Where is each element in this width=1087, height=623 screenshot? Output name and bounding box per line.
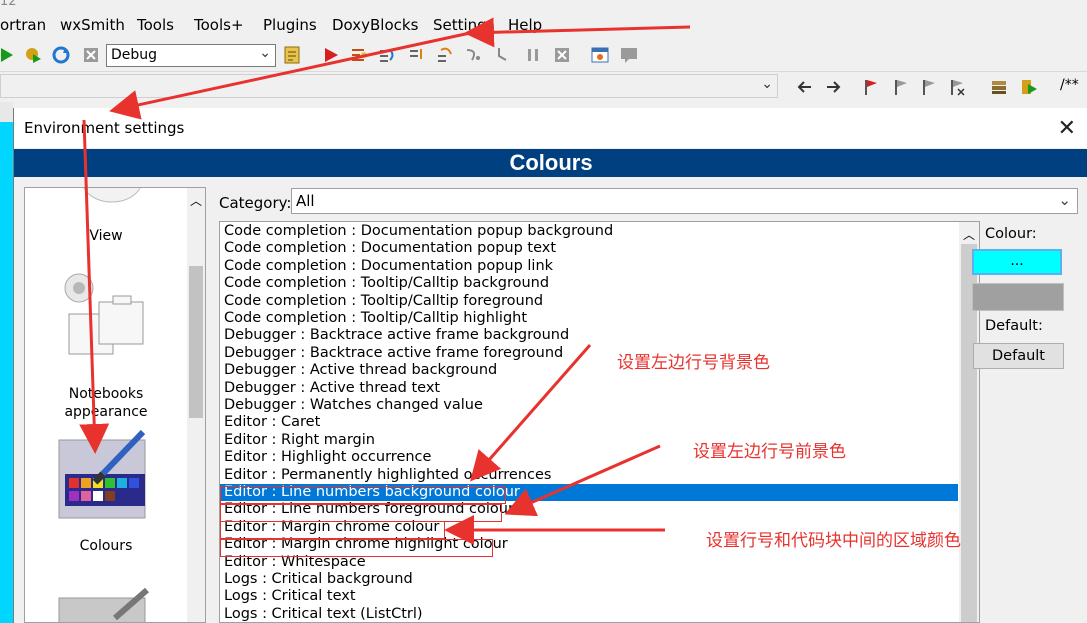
debug-info-icon[interactable]	[620, 46, 638, 64]
list-item[interactable]: Logs : Critical text	[220, 588, 958, 605]
menu-wxsmith[interactable]: wxSmith	[60, 16, 125, 34]
colour-preview-swatch	[972, 283, 1064, 311]
colour-label: Colour:	[985, 226, 1037, 242]
left-item-label: Colours	[79, 538, 133, 554]
debug-windows-icon[interactable]	[591, 46, 609, 64]
category-label: Category:	[219, 194, 292, 212]
chevron-down-icon: ⌄	[761, 76, 773, 92]
list-item[interactable]: Debugger : Watches changed value	[220, 397, 958, 414]
build-target-combo[interactable]: Debug ⌄	[106, 44, 276, 67]
dialog-titlebar: Environment settings ✕	[14, 108, 1087, 148]
doxy-comment-label[interactable]: /**	[1060, 77, 1079, 93]
list-item[interactable]: Debugger : Active thread background	[220, 362, 958, 379]
list-item[interactable]: Editor : Line numbers foreground colour	[220, 501, 958, 518]
annotation-margin-note: 设置行号和代码块中间的区域颜色	[706, 531, 961, 551]
next-instruction-icon[interactable]	[464, 46, 482, 64]
scroll-up-icon[interactable]: ︿	[190, 192, 202, 209]
list-item[interactable]: Editor : Highlight occurrence	[220, 449, 958, 466]
bookmark-clear-icon[interactable]	[948, 78, 966, 96]
run-icon[interactable]	[0, 46, 18, 64]
list-item[interactable]: Editor : Whitespace	[220, 554, 958, 571]
left-item-label: Notebooks appearance	[64, 386, 148, 420]
editor-tab-strip	[0, 102, 13, 122]
menu-plugins[interactable]: Plugins	[263, 16, 317, 34]
window-title-fragment: 12	[0, 0, 17, 9]
target-options-icon[interactable]	[283, 46, 301, 64]
chevron-down-icon: ⌄	[1058, 191, 1071, 209]
view-icon	[83, 188, 141, 203]
run-to-cursor-icon[interactable]	[350, 46, 368, 64]
abort-icon[interactable]	[82, 46, 100, 64]
list-item[interactable]: Logs : Critical text (ListCtrl)	[220, 606, 958, 622]
section-header: Colours	[14, 149, 1087, 177]
list-item[interactable]: Code completion : Tooltip/Calltip foregr…	[220, 293, 958, 310]
forward-icon[interactable]	[824, 78, 842, 96]
default-button[interactable]: Default	[973, 343, 1064, 369]
category-combo[interactable]: All ⌄	[291, 188, 1078, 214]
menu-tools[interactable]: Tools	[137, 16, 174, 34]
debug-start-icon[interactable]	[323, 46, 341, 64]
next-line-icon[interactable]	[378, 46, 396, 64]
bookmark-toggle-icon[interactable]	[862, 78, 880, 96]
stop-debug-icon[interactable]	[553, 46, 571, 64]
next-item-icon	[58, 588, 149, 622]
default-label: Default:	[985, 318, 1043, 334]
annotation-bg-note: 设置左边行号背景色	[617, 353, 770, 373]
section-title: Colours	[509, 150, 593, 175]
rebuild-icon[interactable]	[52, 46, 70, 64]
list-item[interactable]: Logs : Critical background	[220, 571, 958, 588]
list-item[interactable]: Debugger : Active thread text	[220, 380, 958, 397]
annotation-fg-note: 设置左边行号前景色	[693, 442, 846, 462]
list-item[interactable]: Editor : Caret	[220, 414, 958, 431]
bookmark-prev-icon[interactable]	[892, 78, 910, 96]
menu-help[interactable]: Help	[508, 16, 542, 34]
menu-doxyblocks[interactable]: DoxyBlocks	[332, 16, 418, 34]
editor-margin-strip	[0, 102, 13, 623]
list-item[interactable]: Code completion : Tooltip/Calltip highli…	[220, 310, 958, 327]
menu-tools-plus[interactable]: Tools+	[194, 16, 244, 34]
list-item[interactable]: Code completion : Documentation popup te…	[220, 240, 958, 257]
step-into-icon[interactable]	[408, 46, 426, 64]
category-value: All	[296, 192, 315, 210]
list-item[interactable]: Debugger : Backtrace active frame backgr…	[220, 327, 958, 344]
doxyblocks-icon[interactable]	[990, 78, 1008, 96]
left-list-scrollbar[interactable]: ︿	[187, 188, 205, 622]
bookmark-next-icon[interactable]	[920, 78, 938, 96]
list-item[interactable]: Editor : Permanently highlighted occurre…	[220, 467, 958, 484]
doxyblocks-run-icon[interactable]	[1020, 78, 1038, 96]
menu-fortran[interactable]: ortran	[0, 16, 46, 34]
list-item[interactable]: Editor : Line numbers background colour	[220, 484, 958, 502]
colour-picker-button[interactable]: ...	[972, 249, 1062, 275]
pause-icon[interactable]	[524, 46, 542, 64]
list-item[interactable]: Debugger : Backtrace active frame foregr…	[220, 345, 958, 362]
chevron-down-icon: ⌄	[259, 45, 271, 61]
list-item[interactable]: Code completion : Documentation popup ba…	[220, 223, 958, 240]
dialog-title: Environment settings	[24, 119, 185, 137]
close-icon[interactable]: ✕	[1058, 116, 1076, 141]
colours-icon	[58, 430, 146, 519]
search-toolbar: ⌄ /**	[0, 72, 1087, 102]
list-item[interactable]: Code completion : Tooltip/Calltip backgr…	[220, 275, 958, 292]
build-toolbar: Debug ⌄	[0, 40, 1087, 72]
settings-category-list[interactable]: View Notebooks appearance Colours ︿	[24, 187, 206, 623]
list-item[interactable]: Editor : Right margin	[220, 432, 958, 449]
build-run-icon[interactable]	[24, 46, 42, 64]
menu-settings[interactable]: Settings	[433, 16, 495, 34]
build-target-value: Debug	[111, 47, 158, 63]
menu-bar: ortran wxSmith Tools Tools+ Plugins Doxy…	[0, 12, 1087, 40]
step-instruction-icon[interactable]	[494, 46, 512, 64]
left-item-label: View	[89, 228, 123, 244]
list-item[interactable]: Code completion : Documentation popup li…	[220, 258, 958, 275]
step-out-icon[interactable]	[436, 46, 454, 64]
scroll-thumb[interactable]	[189, 266, 203, 418]
code-scope-combo[interactable]: ⌄	[0, 74, 778, 98]
colour-item-list[interactable]: Code completion : Documentation popup ba…	[219, 221, 980, 623]
back-icon[interactable]	[796, 78, 814, 96]
scroll-up-icon[interactable]: ︿	[963, 226, 975, 243]
notebooks-icon	[64, 273, 144, 355]
